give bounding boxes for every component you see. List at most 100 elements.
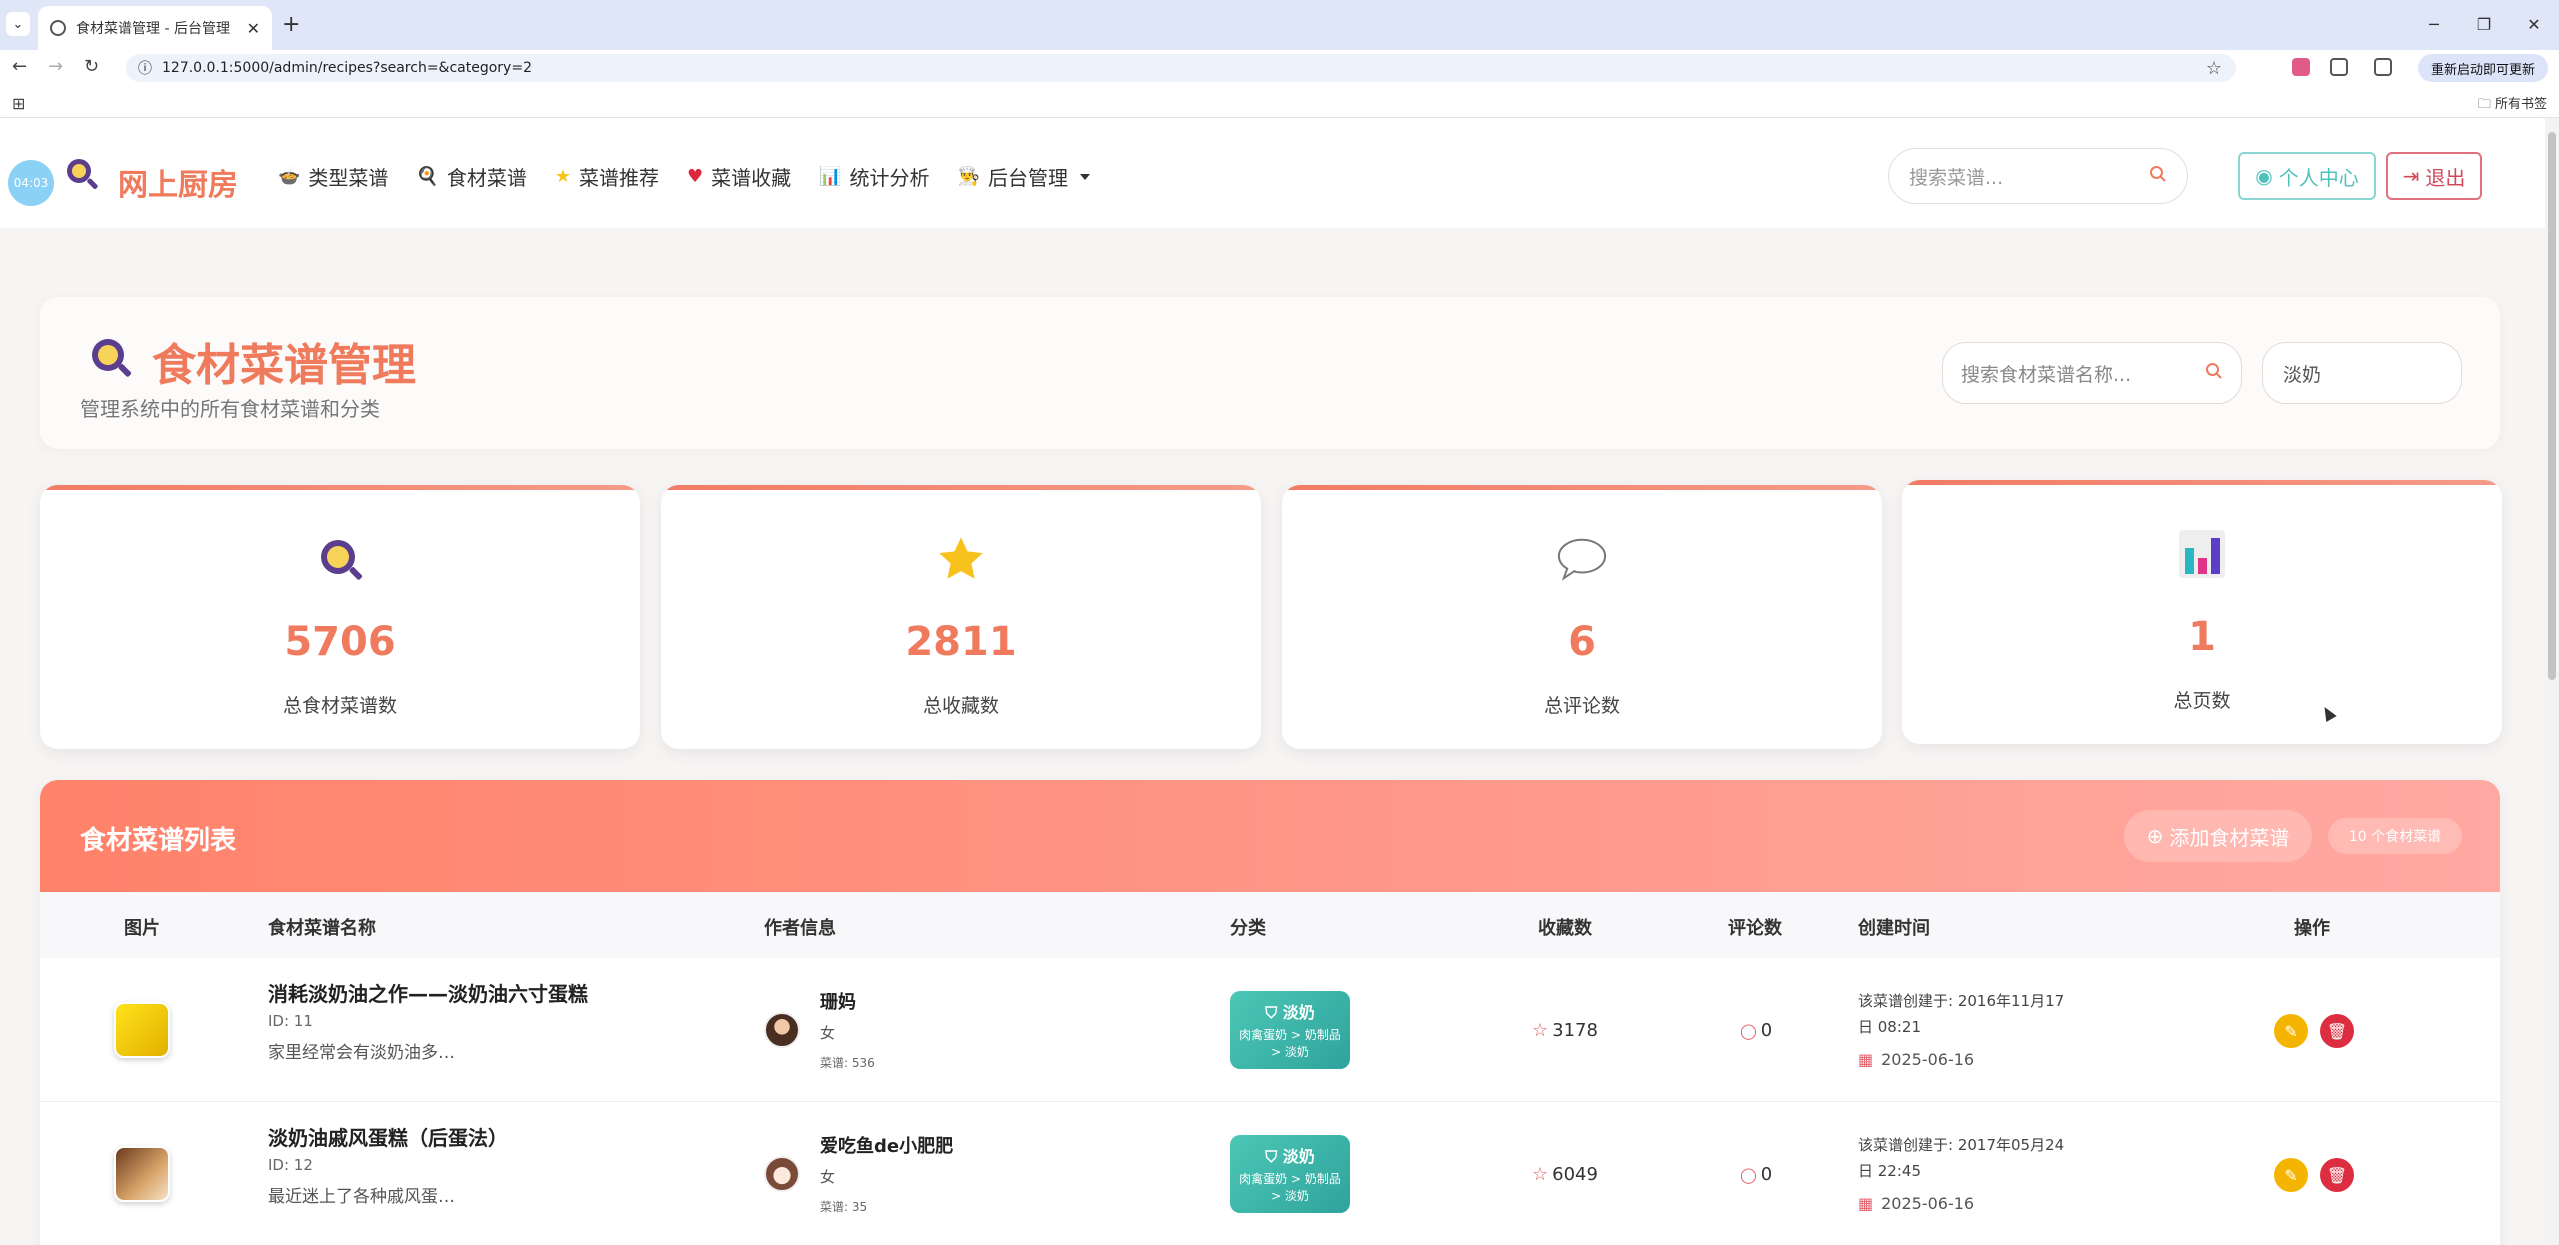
created-text: 该菜谱创建于: 2016年11月17日 08:21 — [1858, 992, 2065, 1036]
all-bookmarks-folder[interactable]: 🗀 所有书签 — [2478, 93, 2547, 117]
logout-label: 退出 — [2425, 165, 2466, 190]
stat-card-pages: 1 总页数 — [1902, 480, 2502, 744]
nav-favorites[interactable]: ♥ 菜谱收藏 — [687, 162, 791, 191]
col-name: 食材菜谱名称 — [268, 918, 376, 939]
comment-icon: ◯ — [1740, 1165, 1757, 1184]
tag-icon: ⛉ — [1265, 1147, 1283, 1166]
date-line: ▦ 2025-06-16 — [1858, 1050, 1974, 1069]
bookmark-star-icon[interactable]: ☆ — [2206, 58, 2222, 79]
calendar-icon: ▦ — [1858, 1194, 1874, 1213]
new-tab-plus-icon[interactable]: + — [282, 12, 300, 37]
page-title-card: 食材菜谱管理 管理系统中的所有食材菜谱和分类 搜索食材菜谱名称... 淡奶 — [40, 297, 2500, 449]
window-close-icon[interactable]: ✕ — [2509, 0, 2559, 48]
restore-icon[interactable]: ❐ — [2459, 0, 2509, 48]
table-row: 淡奶油戚风蛋糕（后蛋法） ID: 12 最近迷上了各种戚风蛋… 爱吃鱼de小肥肥… — [40, 1102, 2500, 1245]
recipe-desc: 家里经常会有淡奶油多… — [268, 1043, 455, 1063]
page-subtitle: 管理系统中的所有食材菜谱和分类 — [80, 397, 380, 421]
recipe-list-header: 食材菜谱列表 ⊕ 添加食材菜谱 10 个食材菜谱 — [40, 780, 2500, 892]
tab-close-icon[interactable]: ✕ — [247, 19, 260, 38]
extension-icon[interactable] — [2292, 58, 2310, 76]
stat-label: 总评论数 — [1543, 695, 1620, 717]
pan-title-icon — [92, 339, 132, 377]
folder-icon: 🗀 — [2477, 97, 2491, 112]
nav-recommend[interactable]: ★ 菜谱推荐 — [555, 162, 659, 191]
recipe-thumbnail[interactable] — [114, 1002, 170, 1058]
col-created: 创建时间 — [1858, 918, 1930, 939]
trash-icon: 🗑 — [2326, 1021, 2348, 1041]
scrollbar-thumb[interactable] — [2548, 132, 2556, 680]
search-icon[interactable] — [2149, 165, 2167, 188]
pan-icon: 🍳 — [416, 166, 439, 187]
category-badge: ⛉ 淡奶 肉禽蛋奶 > 奶制品 > 淡奶 — [1230, 991, 1350, 1069]
edit-button[interactable]: ✎ — [2274, 1158, 2308, 1192]
stat-label: 总食材菜谱数 — [282, 695, 397, 717]
site-logo-text[interactable]: 网上厨房 — [118, 160, 238, 204]
nav-statistics[interactable]: 📊 统计分析 — [819, 162, 929, 191]
nav-type-recipes[interactable]: 🍲 类型菜谱 — [278, 162, 388, 191]
category-name: 淡奶 — [1282, 1003, 1315, 1022]
apps-grid-icon[interactable]: ⊞ — [12, 94, 25, 113]
chef-icon: 👨‍🍳 — [957, 166, 980, 187]
nav-label: 食材菜谱 — [446, 166, 527, 190]
recipe-name[interactable]: 淡奶油戚风蛋糕（后蛋法） — [268, 1122, 508, 1151]
col-comments: 评论数 — [1728, 918, 1782, 939]
site-header: 04:03 网上厨房 🍲 类型菜谱 🍳 食材菜谱 ★ 菜谱推荐 ♥ 菜谱收藏 📊 统计分析… — [0, 118, 2545, 228]
minimize-icon[interactable]: ─ — [2409, 0, 2459, 48]
site-info-icon[interactable]: ⓘ — [138, 58, 152, 78]
search-icon[interactable] — [2205, 362, 2223, 385]
pan-logo-icon — [67, 159, 98, 189]
back-arrow-icon[interactable]: ← — [12, 56, 27, 77]
recipe-id: ID: 12 — [268, 1156, 313, 1174]
comments-value: 0 — [1760, 1020, 1773, 1041]
author-avatar — [764, 1012, 800, 1048]
extensions-puzzle-icon[interactable] — [2330, 58, 2348, 76]
bar-chart-icon: 📊 — [819, 166, 842, 187]
caret-down-icon — [1079, 173, 1090, 180]
stat-card-favorites: 2811 总收藏数 — [661, 485, 1261, 749]
nav-admin-dropdown[interactable]: 👨‍🍳 后台管理 — [958, 162, 1090, 191]
user-circle-icon: ◉ — [2255, 164, 2273, 188]
search-placeholder: 搜索食材菜谱名称... — [1961, 363, 2132, 386]
profile-button[interactable]: ◉ 个人中心 — [2238, 152, 2376, 200]
header-search-input[interactable]: 搜索菜谱... — [1888, 148, 2188, 204]
date-line: ▦ 2025-06-16 — [1858, 1194, 1974, 1213]
reload-icon[interactable]: ↻ — [84, 56, 99, 77]
plus-circle-icon: ⊕ — [2146, 824, 2164, 848]
comments-count: ◯ 0 — [1740, 1164, 1772, 1185]
star-icon: ★ — [554, 166, 571, 187]
delete-button[interactable]: 🗑 — [2320, 1158, 2354, 1192]
recipe-thumbnail[interactable] — [114, 1146, 170, 1202]
author-recipe-count: 菜谱: 536 — [820, 1056, 875, 1070]
update-button[interactable]: 重新启动即可更新 — [2418, 54, 2548, 82]
edit-button[interactable]: ✎ — [2274, 1014, 2308, 1048]
browser-tab[interactable]: 食材菜谱管理 - 后台管理 ✕ — [38, 6, 272, 50]
recipe-name[interactable]: 消耗淡奶油之作——淡奶油六寸蛋糕 — [268, 978, 588, 1007]
nav-ingredient-recipes[interactable]: 🍳 食材菜谱 — [416, 162, 526, 191]
created-text: 该菜谱创建于: 2017年05月24日 22:45 — [1858, 1136, 2065, 1180]
add-recipe-button[interactable]: ⊕ 添加食材菜谱 — [2124, 810, 2312, 862]
search-placeholder: 搜索菜谱... — [1909, 166, 2004, 189]
url-omnibox[interactable]: ⓘ 127.0.0.1:5000/admin/recipes?search=&c… — [126, 54, 2236, 82]
author-gender: 女 — [820, 1168, 836, 1186]
logout-button[interactable]: ⇥ 退出 — [2386, 152, 2482, 200]
window-controls: ─ ❐ ✕ — [2409, 0, 2559, 48]
favorites-count: ☆ 3178 — [1532, 1020, 1598, 1041]
category-path: 肉禽蛋奶 > 奶制品 > 淡奶 — [1239, 1172, 1341, 1203]
bowl-icon: 🍲 — [278, 166, 301, 187]
col-image: 图片 — [124, 918, 160, 939]
date-value: 2025-06-16 — [1881, 1194, 1975, 1213]
favorites-value: 3178 — [1552, 1020, 1598, 1041]
category-select[interactable]: 淡奶 — [2262, 342, 2462, 404]
forward-arrow-icon[interactable]: → — [48, 56, 63, 77]
tab-list-chevron-icon[interactable]: ⌄ — [6, 12, 30, 36]
clock-badge: 04:03 — [8, 160, 54, 206]
recipe-search-input[interactable]: 搜索食材菜谱名称... — [1942, 342, 2242, 404]
recipe-list-card: 食材菜谱列表 ⊕ 添加食材菜谱 10 个食材菜谱 图片 食材菜谱名称 作者信息 分… — [40, 780, 2500, 1245]
delete-button[interactable]: 🗑 — [2320, 1014, 2354, 1048]
table-header: 图片 食材菜谱名称 作者信息 分类 收藏数 评论数 创建时间 操作 — [40, 892, 2500, 958]
side-panel-icon[interactable] — [2374, 58, 2392, 76]
page-scrollbar[interactable] — [2545, 118, 2559, 1245]
logout-icon: ⇥ — [2402, 164, 2420, 188]
favorites-count: ☆ 6049 — [1532, 1164, 1598, 1185]
col-actions: 操作 — [2294, 918, 2330, 939]
